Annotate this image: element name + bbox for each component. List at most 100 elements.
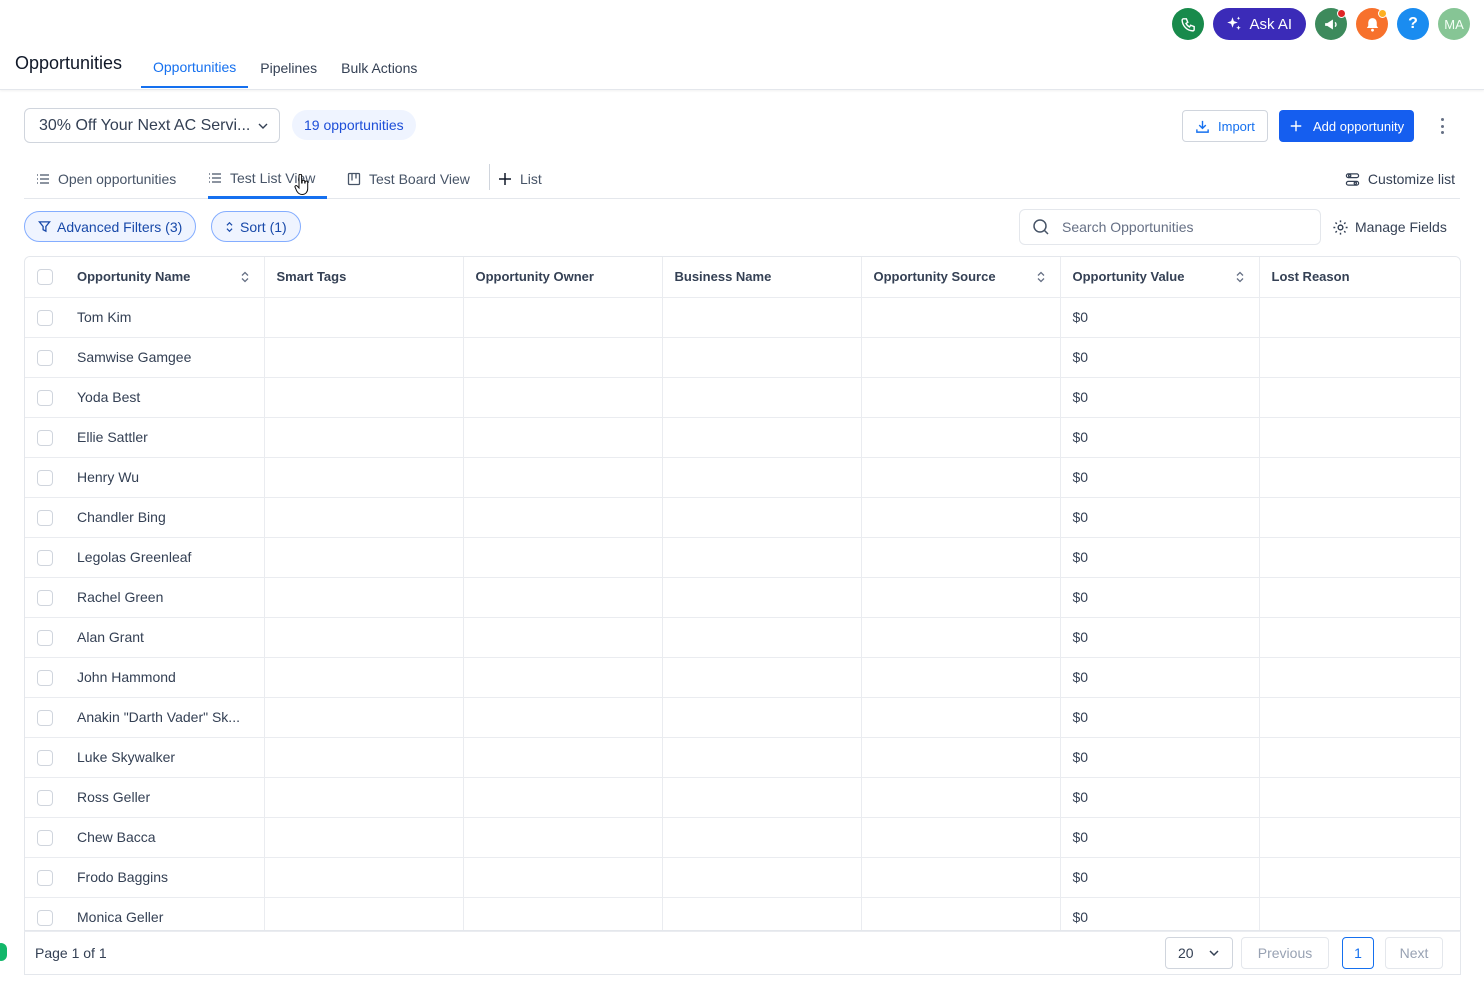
row-checkbox[interactable] (37, 509, 53, 526)
table-row[interactable]: Tom Kim $0 (25, 297, 1460, 338)
opportunity-value-cell: $0 (1060, 697, 1260, 738)
opportunity-name-cell[interactable]: Monica Geller (65, 897, 265, 930)
sort-arrows-icon[interactable] (1036, 271, 1046, 283)
table-row[interactable]: Monica Geller $0 (25, 897, 1460, 930)
row-checkbox[interactable] (37, 549, 53, 566)
empty-cell (1259, 577, 1460, 618)
row-checkbox[interactable] (37, 309, 53, 326)
opportunity-name-cell[interactable]: Rachel Green (65, 577, 265, 618)
select-all-cell (25, 257, 65, 298)
manage-fields-button[interactable]: Manage Fields (1332, 209, 1447, 245)
row-checkbox-cell (25, 377, 65, 418)
opportunity-name-cell[interactable]: Legolas Greenleaf (65, 537, 265, 578)
opportunity-name-cell[interactable]: Henry Wu (65, 457, 265, 498)
search-box (1019, 209, 1321, 245)
row-checkbox[interactable] (37, 349, 53, 366)
row-checkbox[interactable] (37, 429, 53, 446)
tab-pipelines[interactable]: Pipelines (248, 48, 329, 88)
table-row[interactable]: Chandler Bing $0 (25, 497, 1460, 538)
per-page-select[interactable]: 20 (1165, 937, 1233, 969)
megaphone-icon[interactable] (1315, 8, 1347, 40)
table-row[interactable]: Yoda Best $0 (25, 377, 1460, 418)
opportunity-name-cell[interactable]: John Hammond (65, 657, 265, 698)
empty-cell (861, 617, 1061, 658)
opportunity-name-cell[interactable]: Yoda Best (65, 377, 265, 418)
row-checkbox[interactable] (37, 669, 53, 686)
next-button[interactable]: Next (1385, 937, 1443, 969)
empty-cell (463, 617, 663, 658)
table-row[interactable]: Henry Wu $0 (25, 457, 1460, 498)
row-checkbox[interactable] (37, 629, 53, 646)
opportunity-name-cell[interactable]: Alan Grant (65, 617, 265, 658)
row-checkbox[interactable] (37, 589, 53, 606)
opportunity-count-badge: 19 opportunities (292, 110, 416, 140)
sort-button[interactable]: Sort (1) (211, 211, 301, 242)
table-row[interactable]: Samwise Gamgee $0 (25, 337, 1460, 378)
opportunity-name-cell[interactable]: Frodo Baggins (65, 857, 265, 898)
row-checkbox[interactable] (37, 389, 53, 406)
select-all-checkbox[interactable] (37, 269, 53, 286)
previous-button[interactable]: Previous (1241, 937, 1329, 969)
opportunity-name-cell[interactable]: Luke Skywalker (65, 737, 265, 778)
add-list-view-button[interactable]: List (498, 160, 542, 198)
opportunity-name-cell[interactable]: Chew Bacca (65, 817, 265, 858)
empty-cell (264, 657, 464, 698)
row-checkbox[interactable] (37, 749, 53, 766)
opportunity-name-cell[interactable]: Ellie Sattler (65, 417, 265, 458)
ask-ai-button[interactable]: Ask AI (1213, 8, 1306, 40)
list-icon (209, 173, 221, 183)
empty-cell (463, 657, 663, 698)
opportunity-name-cell[interactable]: Samwise Gamgee (65, 337, 265, 378)
table-row[interactable]: Luke Skywalker $0 (25, 737, 1460, 778)
opportunity-name-cell[interactable]: Chandler Bing (65, 497, 265, 538)
add-opportunity-button[interactable]: Add opportunity (1279, 110, 1415, 142)
pipeline-select[interactable]: 30% Off Your Next AC Servi... (24, 108, 280, 143)
table-row[interactable]: Ellie Sattler $0 (25, 417, 1460, 458)
search-input[interactable] (1062, 219, 1302, 235)
opportunity-value-cell: $0 (1060, 777, 1260, 818)
empty-cell (264, 857, 464, 898)
customize-list-button[interactable]: Customize list (1345, 160, 1455, 198)
row-checkbox[interactable] (37, 469, 53, 486)
row-checkbox[interactable] (37, 869, 53, 886)
table-row[interactable]: Rachel Green $0 (25, 577, 1460, 618)
table-row[interactable]: Chew Bacca $0 (25, 817, 1460, 858)
phone-icon[interactable] (1172, 8, 1205, 40)
row-checkbox-cell (25, 737, 65, 778)
filter-row: Advanced Filters (3) Sort (1) Manage Fie… (24, 209, 1460, 245)
advanced-filters-button[interactable]: Advanced Filters (3) (24, 211, 197, 242)
table-row[interactable]: Alan Grant $0 (25, 617, 1460, 658)
list-icon (37, 174, 49, 184)
row-checkbox[interactable] (37, 709, 53, 726)
more-options-icon[interactable] (1434, 116, 1450, 136)
page-number-button[interactable]: 1 (1342, 937, 1374, 969)
table-row[interactable]: John Hammond $0 (25, 657, 1460, 698)
sort-arrows-icon[interactable] (240, 271, 250, 283)
opportunity-value-cell: $0 (1060, 617, 1260, 658)
opportunity-name-cell[interactable]: Anakin "Darth Vader" Sk... (65, 697, 265, 738)
row-checkbox[interactable] (37, 909, 53, 926)
row-checkbox[interactable] (37, 829, 53, 846)
view-tab-label: Test Board View (369, 171, 470, 187)
column-header[interactable]: Opportunity Name (65, 257, 265, 298)
row-checkbox[interactable] (37, 789, 53, 806)
view-tab-test-board-view[interactable]: Test Board View (347, 160, 470, 198)
table-row[interactable]: Ross Geller $0 (25, 777, 1460, 818)
bell-icon[interactable] (1356, 8, 1388, 40)
column-header[interactable]: Opportunity Value (1060, 257, 1260, 298)
opportunity-name-cell[interactable]: Ross Geller (65, 777, 265, 818)
opportunity-name-cell[interactable]: Tom Kim (65, 297, 265, 338)
tab-opportunities[interactable]: Opportunities (141, 48, 249, 88)
table-row[interactable]: Anakin "Darth Vader" Sk... $0 (25, 697, 1460, 738)
tab-bulk-actions[interactable]: Bulk Actions (329, 48, 429, 88)
avatar[interactable]: MA (1438, 8, 1470, 40)
import-button[interactable]: Import (1182, 110, 1268, 142)
help-button[interactable]: ? (1397, 8, 1429, 40)
view-tab-open-opportunities[interactable]: Open opportunities (36, 160, 176, 198)
table-row[interactable]: Frodo Baggins $0 (25, 857, 1460, 898)
column-header[interactable]: Opportunity Source (861, 257, 1061, 298)
sort-arrows-icon[interactable] (1235, 271, 1245, 283)
empty-cell (264, 697, 464, 738)
table-row[interactable]: Legolas Greenleaf $0 (25, 537, 1460, 578)
tab-divider (489, 164, 490, 190)
